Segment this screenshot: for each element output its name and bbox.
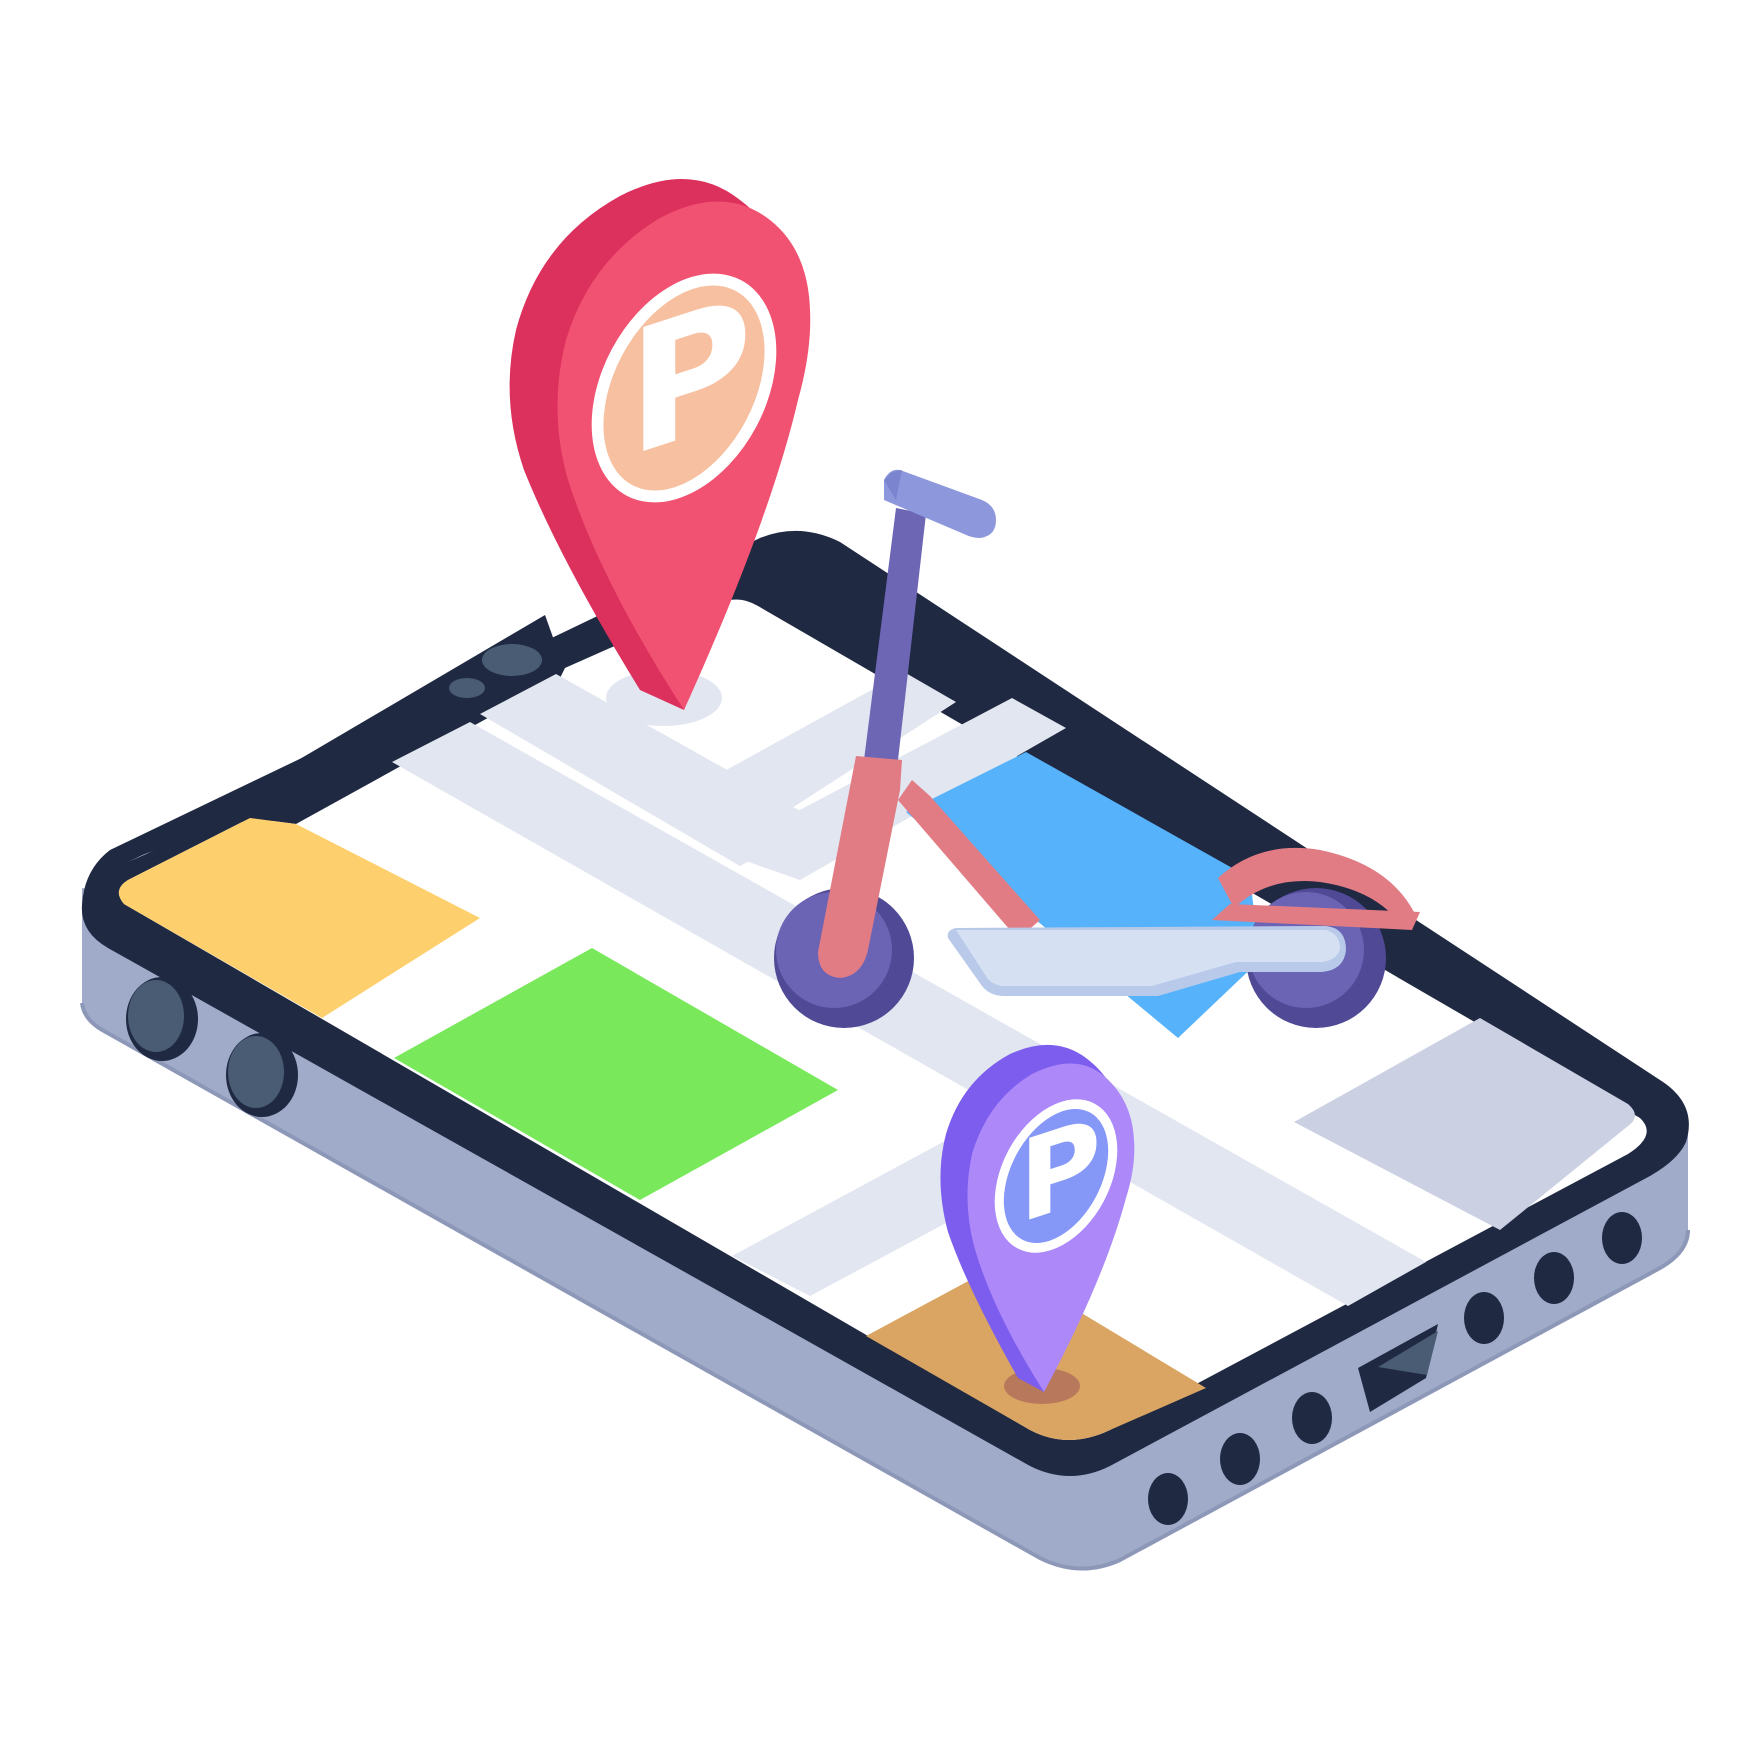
speaker-hole-icon — [1220, 1433, 1260, 1485]
speaker-hole-icon — [1602, 1212, 1642, 1264]
speaker-hole-icon — [1464, 1292, 1504, 1344]
volume-down-button-face — [228, 1036, 284, 1108]
speaker-hole-icon — [1292, 1392, 1332, 1444]
pin-purple-letter: P — [1019, 1093, 1101, 1250]
parking-app-illustration: P P — [80, 178, 1690, 1571]
volume-up-button-face — [128, 980, 184, 1052]
speaker-hole-icon — [1148, 1473, 1188, 1525]
sensor-icon — [449, 678, 485, 698]
camera-lens-icon — [482, 644, 542, 676]
speaker-hole-icon — [1534, 1252, 1574, 1304]
pin-red-letter: P — [628, 259, 753, 497]
